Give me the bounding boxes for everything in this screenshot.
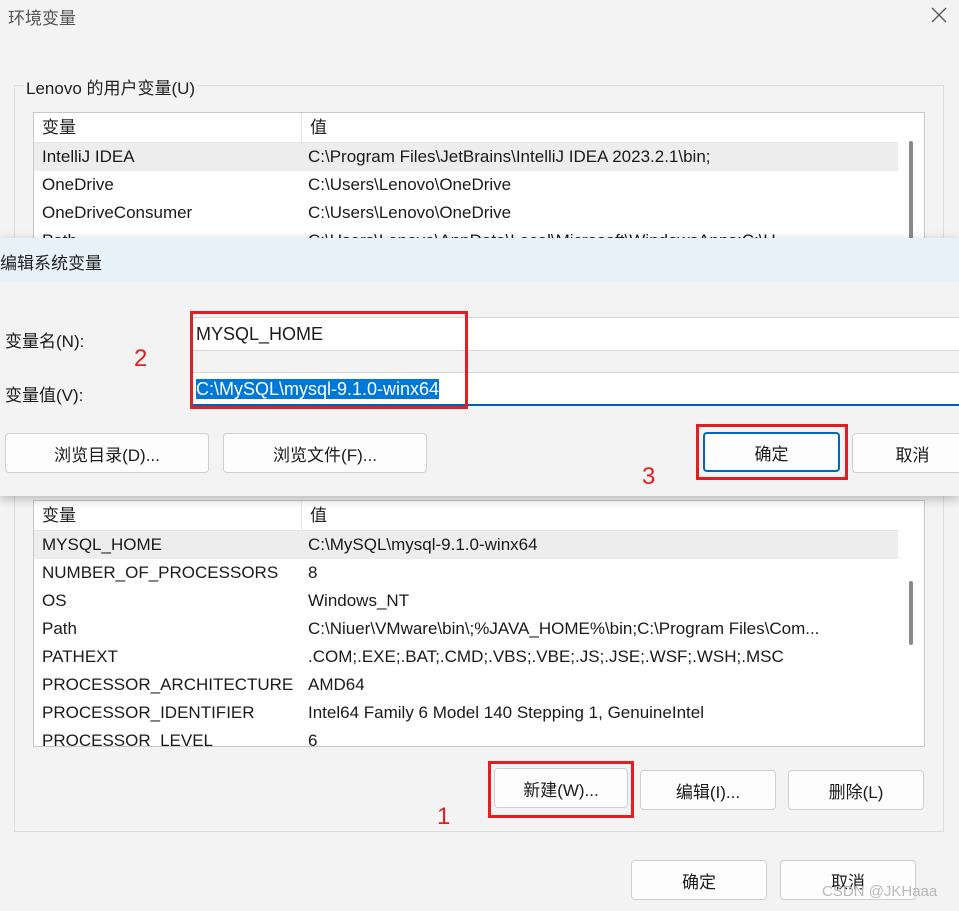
variable-value: C:\Niuer\VMware\bin\;%JAVA_HOME%\bin;C:\…: [308, 619, 820, 638]
column-header-value[interactable]: 值: [302, 113, 900, 143]
variable-value: 6: [308, 731, 318, 747]
variable-value: C:\Program Files\JetBrains\IntelliJ IDEA…: [308, 147, 711, 166]
variable-name: OneDriveConsumer: [42, 203, 193, 222]
variable-name: Path: [42, 619, 77, 638]
table-row[interactable]: MYSQL_HOME C:\MySQL\mysql-9.1.0-winx64: [34, 531, 900, 559]
table-row[interactable]: OS Windows_NT: [34, 587, 900, 615]
dialog-title: 编辑系统变量: [0, 254, 102, 273]
user-vars-list[interactable]: 变量 值 IntelliJ IDEA C:\Program Files\JetB…: [33, 112, 925, 252]
scrollbar-thumb[interactable]: [909, 141, 913, 241]
edit-variable-button[interactable]: 编辑(I)...: [640, 770, 776, 810]
column-header-variable[interactable]: 变量: [34, 113, 302, 143]
variable-name: PROCESSOR_IDENTIFIER: [42, 703, 255, 722]
table-row[interactable]: PROCESSOR_ARCHITECTURE AMD64: [34, 671, 900, 699]
dialog-titlebar: 编辑系统变量: [0, 238, 959, 282]
annotation-step-1: 1: [437, 803, 451, 830]
browse-file-button[interactable]: 浏览文件(F)...: [223, 433, 427, 473]
user-vars-header: 变量 值: [34, 113, 900, 143]
variable-name: OneDrive: [42, 175, 114, 194]
close-icon: [931, 7, 946, 23]
variable-name: OS: [42, 591, 67, 610]
table-row[interactable]: OneDriveConsumer C:\Users\Lenovo\OneDriv…: [34, 199, 900, 227]
annotation-box-variable-fields: [190, 311, 468, 409]
table-row[interactable]: PROCESSOR_IDENTIFIER Intel64 Family 6 Mo…: [34, 699, 900, 727]
window-title: 环境变量: [8, 9, 76, 28]
watermark: CSDN @JKHaaa: [822, 883, 938, 900]
column-header-variable[interactable]: 变量: [34, 501, 302, 531]
browse-directory-button[interactable]: 浏览目录(D)...: [5, 433, 209, 473]
variable-name: IntelliJ IDEA: [42, 147, 135, 166]
scrollbar-thumb[interactable]: [909, 581, 913, 645]
close-button[interactable]: [918, 0, 959, 30]
annotation-step-3: 3: [642, 463, 656, 490]
system-vars-scrollbar[interactable]: [898, 501, 924, 746]
table-row[interactable]: PATHEXT .COM;.EXE;.BAT;.CMD;.VBS;.VBE;.J…: [34, 643, 900, 671]
user-vars-scrollbar[interactable]: [898, 113, 924, 251]
variable-name: PROCESSOR_LEVEL: [42, 731, 214, 747]
variable-name: PROCESSOR_ARCHITECTURE: [42, 675, 294, 694]
variable-name-label: 变量名(N):: [5, 332, 85, 351]
table-row[interactable]: IntelliJ IDEA C:\Program Files\JetBrains…: [34, 143, 900, 171]
variable-value: AMD64: [308, 675, 365, 694]
annotation-box-dialog-ok: [696, 424, 848, 480]
variable-value: .COM;.EXE;.BAT;.CMD;.VBS;.VBE;.JS;.JSE;.…: [308, 647, 784, 666]
variable-value: C:\MySQL\mysql-9.1.0-winx64: [308, 535, 538, 554]
variable-value: C:\Users\Lenovo\OneDrive: [308, 175, 512, 194]
user-vars-group-label: Lenovo 的用户变量(U): [24, 74, 198, 99]
variable-value-label: 变量值(V):: [5, 386, 84, 405]
variable-name: PATHEXT: [42, 647, 118, 666]
variable-name: MYSQL_HOME: [42, 535, 162, 554]
annotation-box-new-button: [488, 761, 634, 818]
delete-variable-button[interactable]: 删除(L): [788, 770, 924, 810]
variable-value: C:\Users\Lenovo\OneDrive: [308, 203, 512, 222]
table-row[interactable]: NUMBER_OF_PROCESSORS 8: [34, 559, 900, 587]
variable-name: NUMBER_OF_PROCESSORS: [42, 563, 279, 582]
system-vars-list[interactable]: 变量 值 MYSQL_HOME C:\MySQL\mysql-9.1.0-win…: [33, 500, 925, 747]
column-header-value[interactable]: 值: [302, 501, 900, 531]
dialog-cancel-button[interactable]: 取消: [852, 433, 959, 473]
table-row[interactable]: PROCESSOR_LEVEL 6: [34, 727, 900, 747]
variable-value: Windows_NT: [308, 591, 410, 610]
annotation-step-2: 2: [134, 345, 148, 372]
variable-value: Intel64 Family 6 Model 140 Stepping 1, G…: [308, 703, 704, 722]
system-vars-header: 变量 值: [34, 501, 900, 531]
variable-value: 8: [308, 563, 318, 582]
table-row[interactable]: Path C:\Niuer\VMware\bin\;%JAVA_HOME%\bi…: [34, 615, 900, 643]
ok-button[interactable]: 确定: [631, 860, 767, 900]
table-row[interactable]: OneDrive C:\Users\Lenovo\OneDrive: [34, 171, 900, 199]
